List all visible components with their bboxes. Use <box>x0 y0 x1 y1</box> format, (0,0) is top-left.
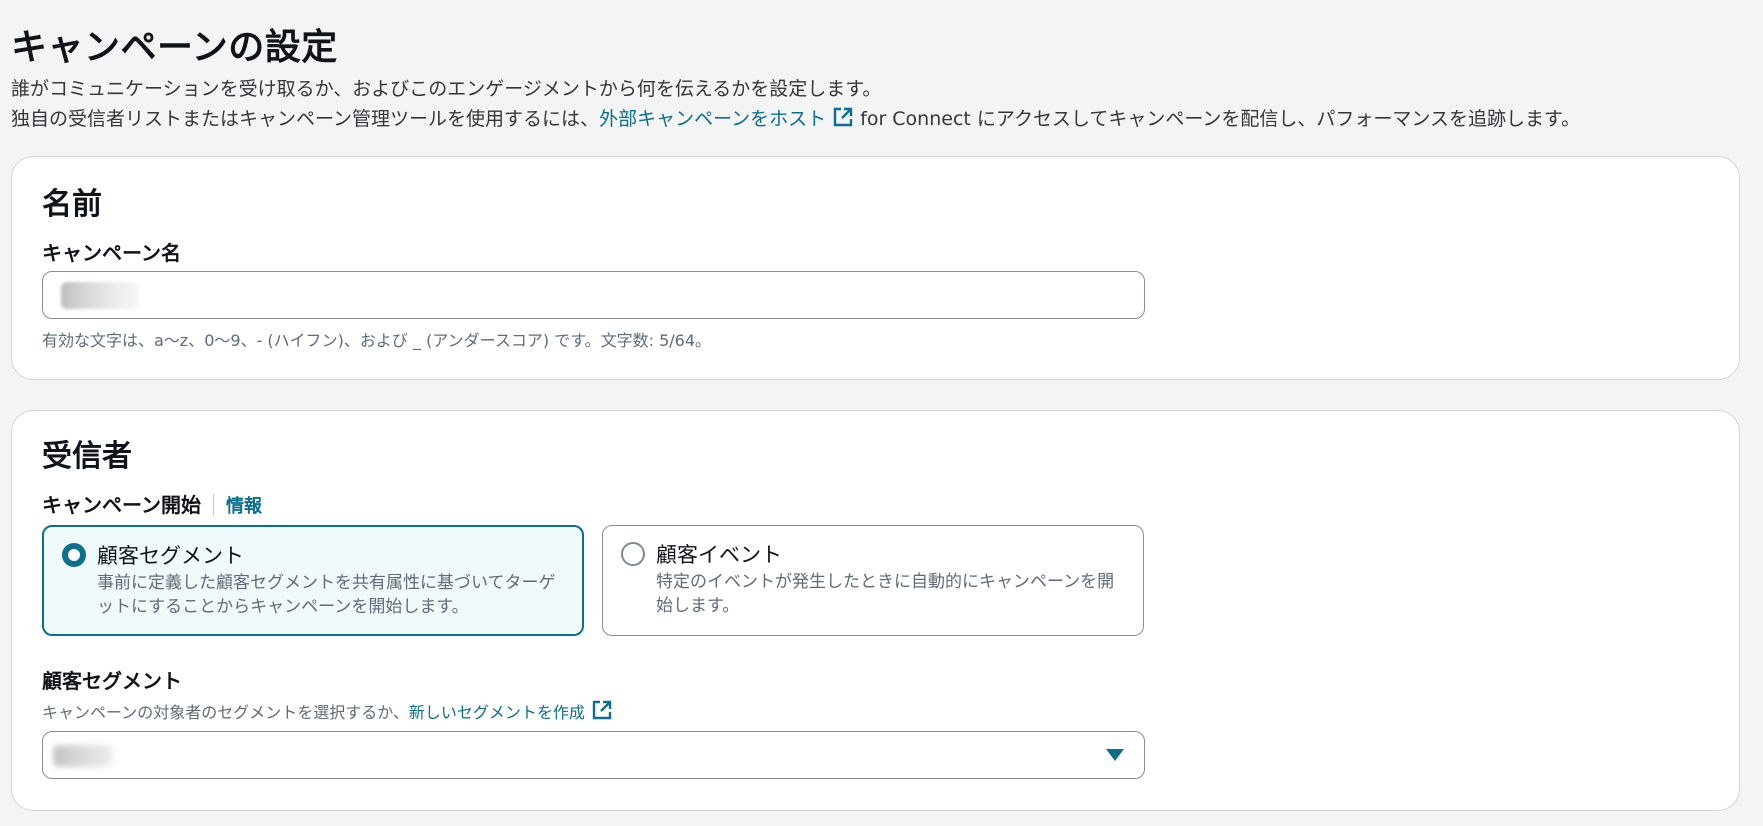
customer-segment-select[interactable] <box>42 731 1145 779</box>
external-link-icon[interactable] <box>591 699 613 725</box>
name-panel: 名前 キャンペーン名 有効な文字は、a〜z、0〜9、- (ハイフン)、および _… <box>11 156 1740 380</box>
page-description-suffix: for Connect にアクセスしてキャンペーンを配信し、パフォーマンスを追跡… <box>860 108 1581 130</box>
page-description-line1: 誰がコミュニケーションを受け取るか、およびこのエンゲージメントから何を伝えるかを… <box>11 78 882 100</box>
radio-customer-event[interactable] <box>621 542 645 566</box>
radio-customer-segment[interactable] <box>62 543 86 567</box>
option-customer-event[interactable]: 顧客イベント 特定のイベントが発生したときに自動的にキャンペーンを開始します。 <box>602 525 1144 636</box>
name-section-heading: 名前 <box>42 187 102 222</box>
option-customer-event-title: 顧客イベント <box>656 543 782 567</box>
page-description: 誰がコミュニケーションを受け取るか、およびこのエンゲージメントから何を伝えるかを… <box>11 74 881 101</box>
create-segment-link[interactable]: 新しいセグメントを作成 <box>409 700 619 722</box>
label-divider <box>213 494 214 516</box>
recipients-section-heading: 受信者 <box>42 439 132 474</box>
campaign-name-input[interactable] <box>42 271 1145 319</box>
customer-segment-value-redacted <box>53 745 113 767</box>
page-title: キャンペーンの設定 <box>11 27 338 68</box>
option-customer-segment-title: 顧客セグメント <box>97 544 244 568</box>
customer-segment-label: 顧客セグメント <box>42 669 182 693</box>
campaign-start-label: キャンペーン開始 <box>42 493 201 517</box>
recipients-panel: 受信者 キャンペーン開始 情報 顧客セグメント 事前に定義した顧客セグメントを共有… <box>11 410 1740 811</box>
create-segment-link-label[interactable]: 新しいセグメントを作成 <box>409 703 585 722</box>
page-description-line2: 独自の受信者リストまたはキャンペーン管理ツールを使用するには、外部キャンペーンを… <box>11 104 1580 133</box>
campaign-name-hint: 有効な文字は、a〜z、0〜9、- (ハイフン)、および _ (アンダースコア) … <box>42 331 712 350</box>
info-link[interactable]: 情報 <box>226 496 262 517</box>
external-link-icon[interactable] <box>832 106 854 133</box>
campaign-name-value-redacted <box>61 282 139 309</box>
caret-down-icon[interactable] <box>1106 749 1124 761</box>
external-campaign-link-label[interactable]: 外部キャンペーンをホスト <box>599 108 826 130</box>
campaign-name-label: キャンペーン名 <box>42 241 181 265</box>
customer-segment-hint: キャンペーンの対象者のセグメントを選択するか、 <box>42 703 409 722</box>
option-customer-segment-description: 事前に定義した顧客セグメントを共有属性に基づいてターゲットにすることからキャンペ… <box>97 573 556 617</box>
campaign-start-label-row: キャンペーン開始 情報 <box>42 489 262 518</box>
external-campaign-link[interactable]: 外部キャンペーンをホスト <box>599 106 860 133</box>
page-description-prefix: 独自の受信者リストまたはキャンペーン管理ツールを使用するには、 <box>11 108 600 130</box>
option-customer-segment[interactable]: 顧客セグメント 事前に定義した顧客セグメントを共有属性に基づいてターゲットにする… <box>42 525 584 636</box>
option-customer-event-description: 特定のイベントが発生したときに自動的にキャンペーンを開始します。 <box>656 572 1115 616</box>
customer-segment-hint-row: キャンペーンの対象者のセグメントを選択するか、新しいセグメントを作成 <box>42 699 619 725</box>
